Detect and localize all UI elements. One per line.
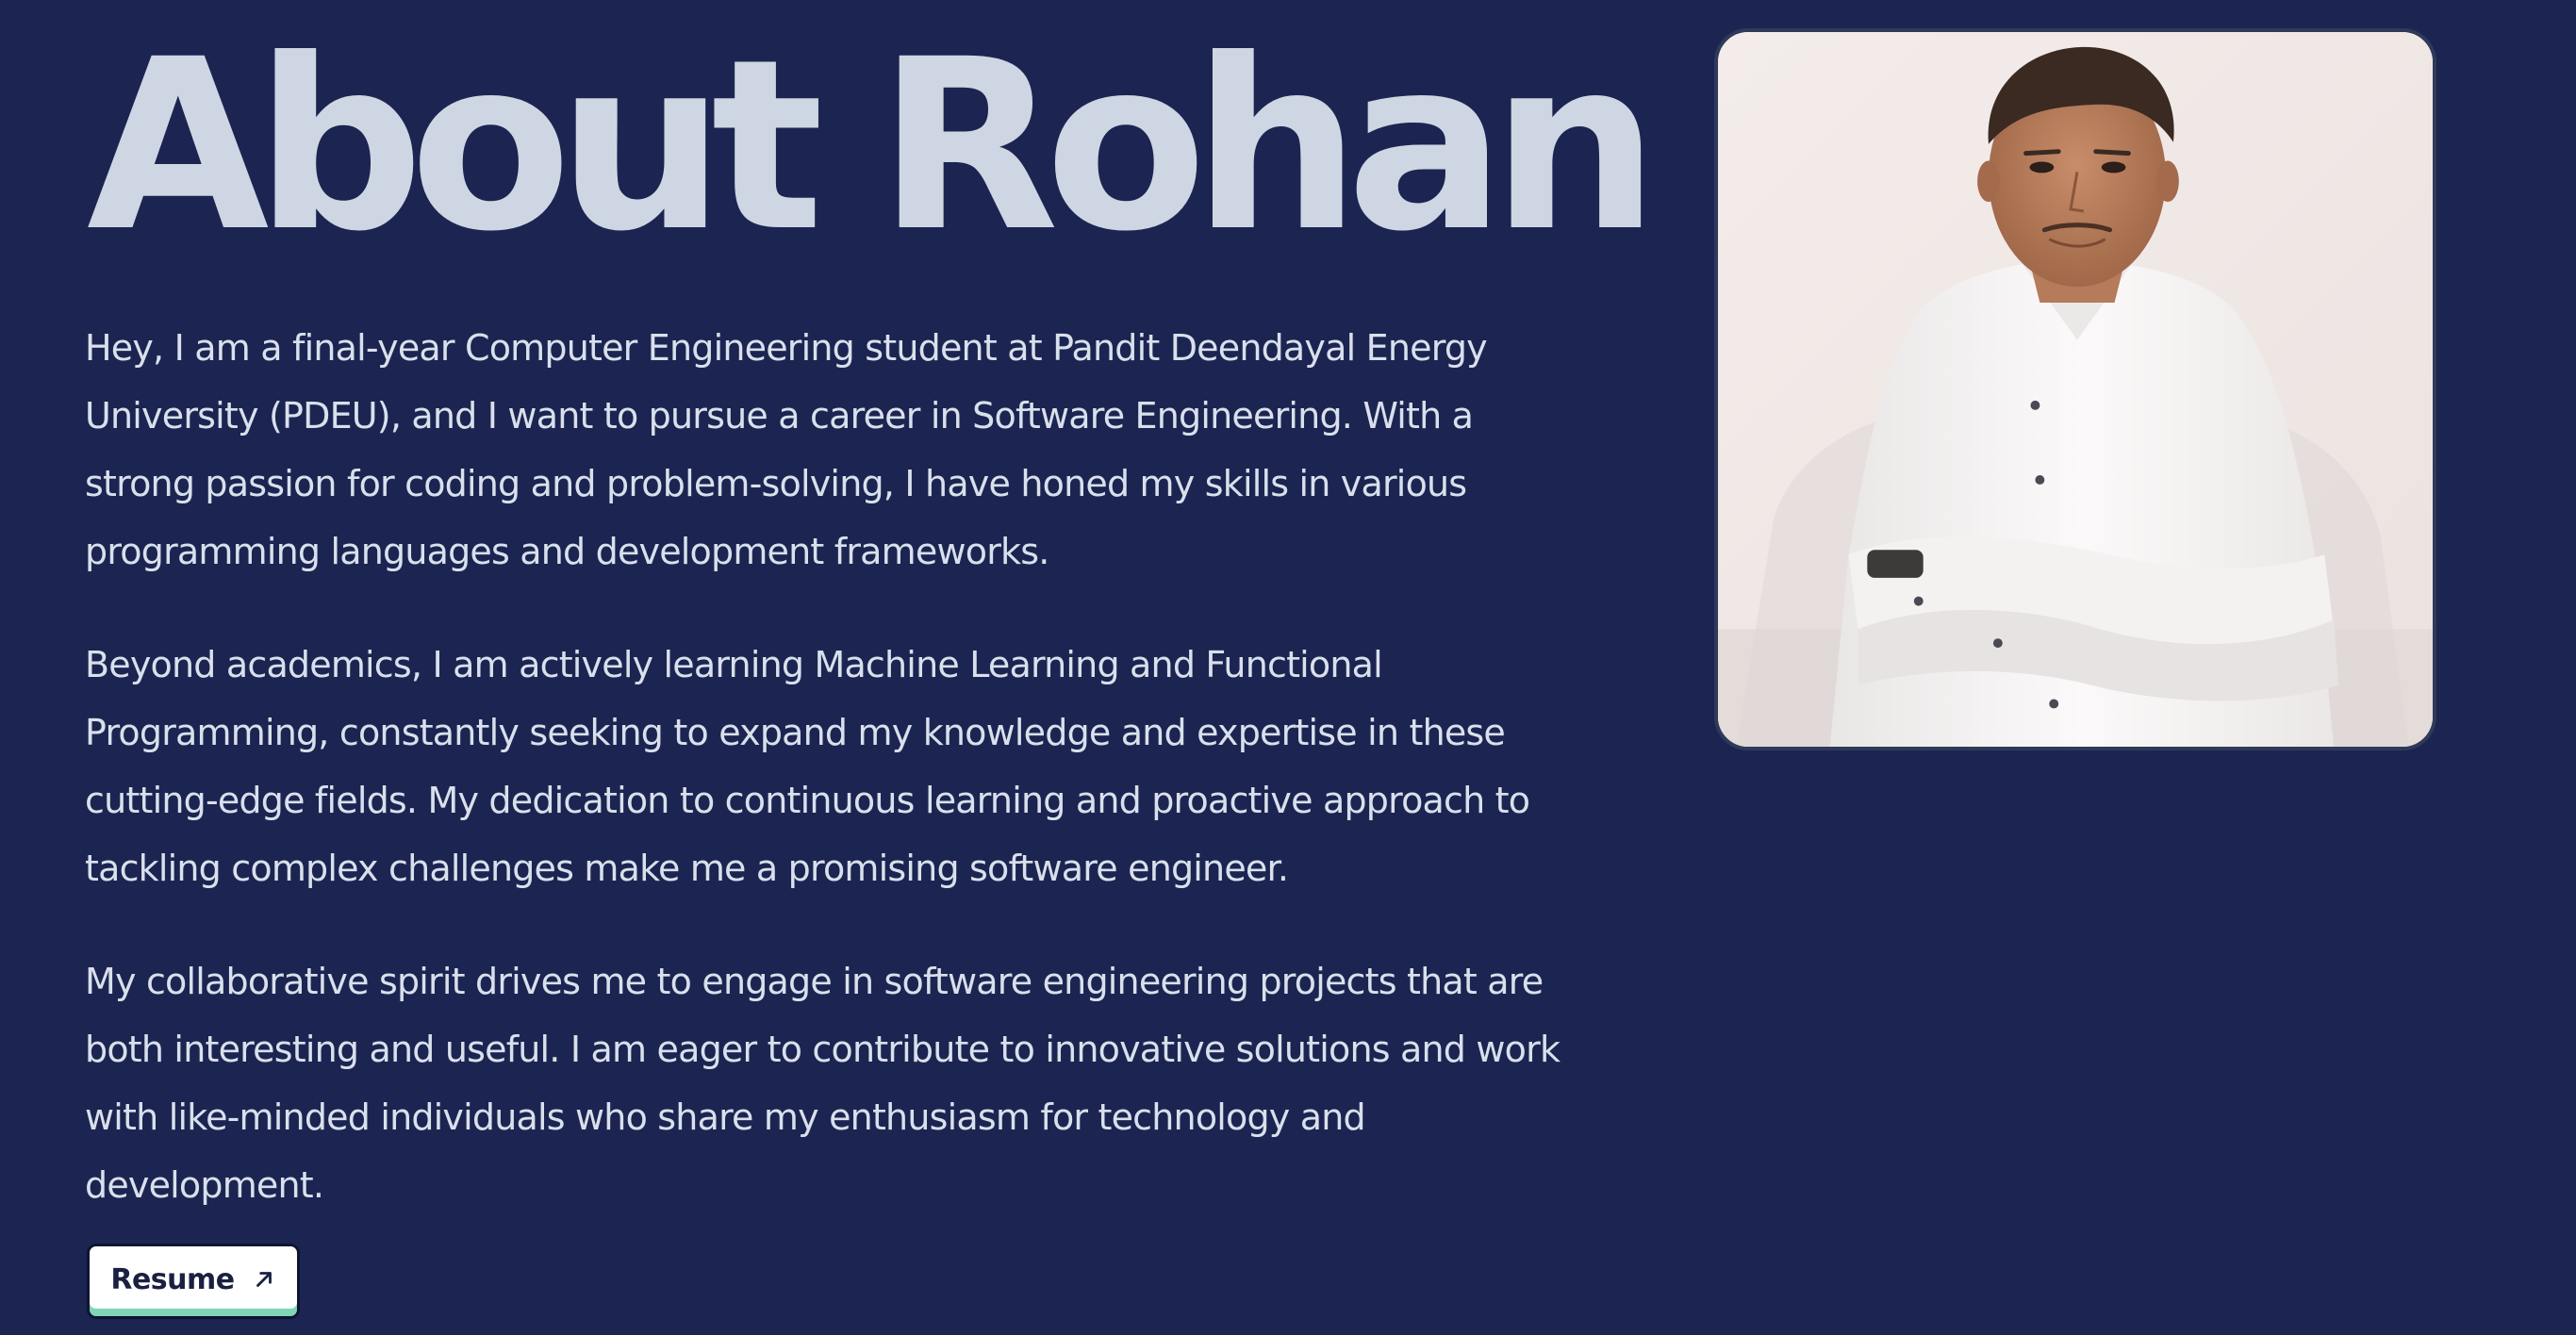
portrait-image xyxy=(1718,32,2433,747)
page-title: About Rohan xyxy=(87,8,1660,283)
profile-photo xyxy=(1714,28,2436,750)
bio-paragraph-1: Hey, I am a final-year Computer Engineer… xyxy=(85,327,1488,572)
resume-button-label: Resume xyxy=(110,1262,235,1296)
bio-text: Hey, I am a final-year Computer Engineer… xyxy=(85,314,1575,1264)
arrow-up-right-icon xyxy=(256,1272,272,1287)
bio-paragraph-2: Beyond academics, I am actively learning… xyxy=(85,644,1530,889)
resume-button[interactable]: Resume xyxy=(87,1244,300,1319)
about-section: About Rohan Hey, I am a final-year Compu… xyxy=(0,0,2576,1335)
bio-paragraph-3: My collaborative spirit drives me to eng… xyxy=(85,961,1560,1206)
